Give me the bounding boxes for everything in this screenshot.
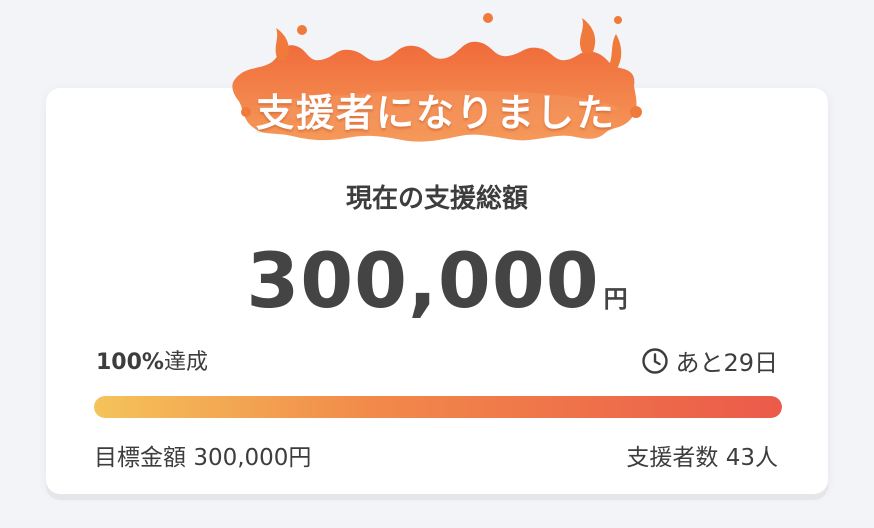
funding-progress-bar bbox=[94, 396, 782, 418]
achievement-rate: 100%達成 bbox=[96, 344, 208, 376]
supporter-count-value: 43人 bbox=[725, 445, 778, 471]
total-support-label: 現在の支援総額 bbox=[345, 184, 528, 214]
goal-amount: 目標金額 300,000円 bbox=[94, 438, 311, 472]
goal-amount-label: 目標金額 bbox=[94, 445, 186, 471]
supporter-count-label: 支援者数 bbox=[626, 445, 719, 471]
total-amount-value: 300,000 bbox=[246, 236, 600, 325]
achievement-percent: 100% bbox=[96, 350, 164, 375]
goal-amount-value: 300,000円 bbox=[193, 445, 312, 471]
remaining-days-text: あと29日 bbox=[675, 349, 778, 377]
achievement-label: 達成 bbox=[163, 350, 208, 375]
supporter-count: 支援者数 43人 bbox=[626, 438, 778, 472]
supporter-badge: 支援者になりました bbox=[216, 8, 656, 158]
clock-icon bbox=[642, 347, 669, 374]
total-amount-unit: 円 bbox=[603, 285, 628, 313]
total-support-amount: 300,000 円 bbox=[0, 236, 874, 325]
funding-progress-fill bbox=[94, 396, 782, 418]
badge-text: 支援者になりました bbox=[255, 91, 616, 135]
remaining-days: あと29日 bbox=[641, 343, 778, 378]
